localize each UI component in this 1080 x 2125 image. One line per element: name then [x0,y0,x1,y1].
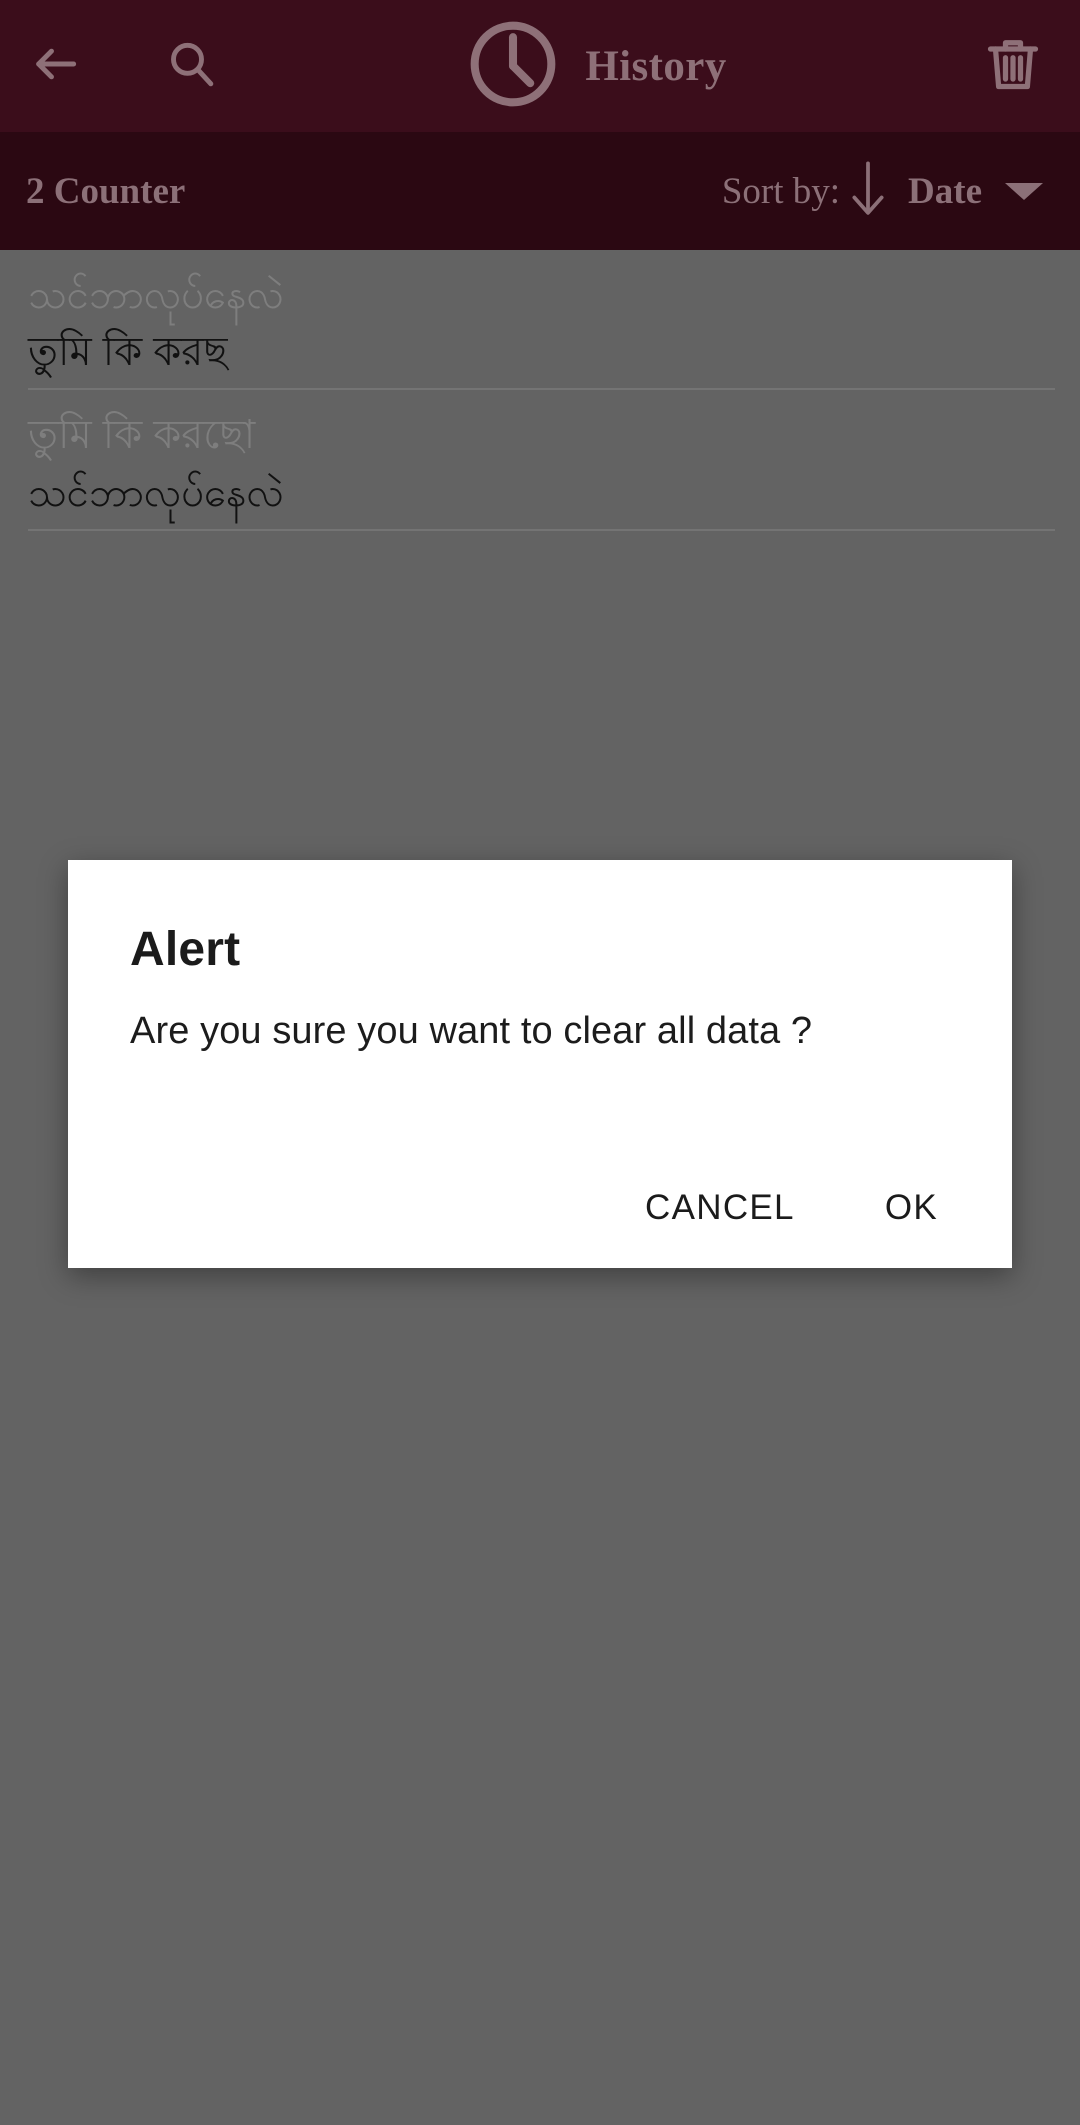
cancel-button[interactable]: CANCEL [623,1170,817,1246]
alert-dialog: Alert Are you sure you want to clear all… [68,860,1012,1268]
dialog-actions: CANCEL OK [623,1170,978,1246]
app-screen: History 2 Counter Sort by: Date သင်ဘာလုပ… [0,0,1080,2125]
ok-button[interactable]: OK [863,1170,960,1246]
dialog-title: Alert [130,923,241,976]
dialog-message: Are you sure you want to clear all data … [130,1010,813,1052]
